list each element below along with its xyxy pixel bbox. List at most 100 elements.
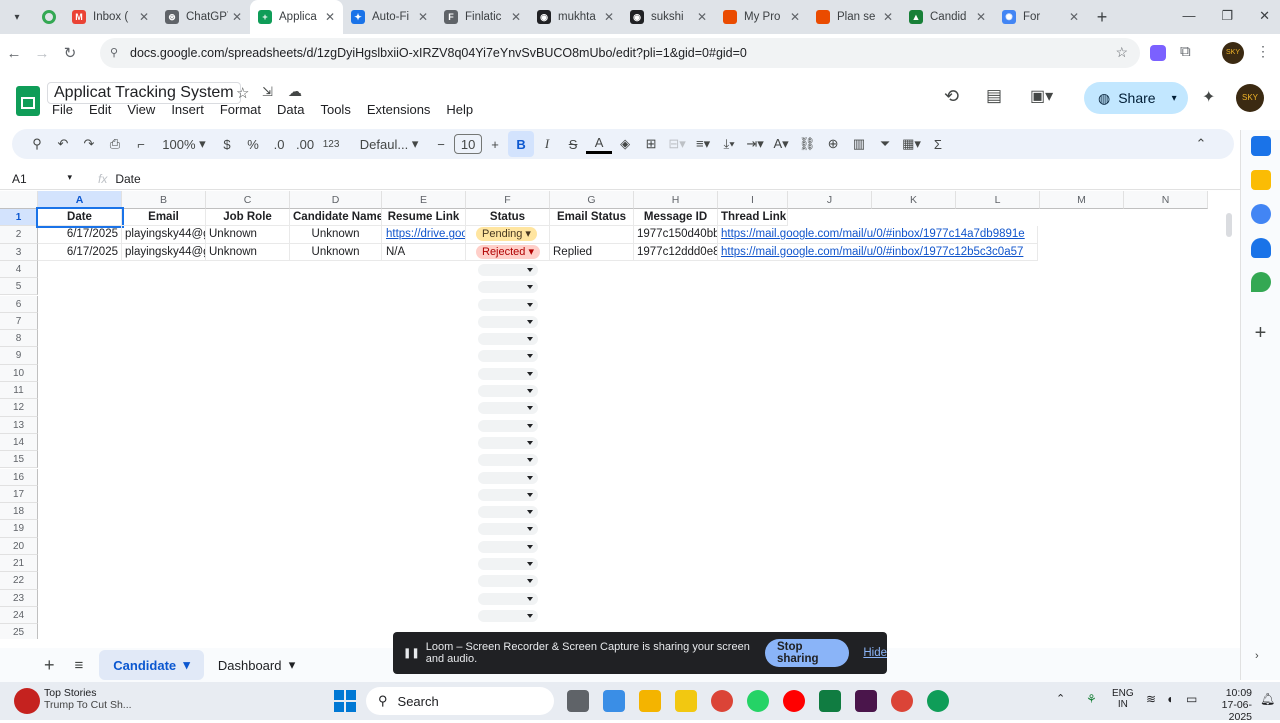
column-header[interactable]: L	[956, 191, 1040, 209]
select-all-corner[interactable]	[0, 191, 38, 209]
menu-insert[interactable]: Insert	[171, 102, 204, 117]
font-select[interactable]: Defaul... ▾	[350, 131, 428, 157]
column-header[interactable]: E	[382, 191, 466, 209]
currency-format-button[interactable]: $	[214, 131, 240, 157]
tab-close-icon[interactable]: ✕	[1069, 10, 1079, 24]
text-rotation-icon[interactable]: A▾	[768, 131, 794, 157]
cell[interactable]: Unknown	[206, 226, 290, 244]
browser-tab[interactable]: ✦ Auto-Fi ✕	[343, 0, 436, 34]
more-formats-button[interactable]: 123	[318, 131, 344, 157]
search-menus-icon[interactable]: ⚲	[24, 131, 50, 157]
column-header[interactable]: I	[718, 191, 788, 209]
browser-tab[interactable]: ⊛ ChatGPT ✕	[157, 0, 250, 34]
row-header[interactable]: 11	[0, 382, 38, 400]
taskbar-search[interactable]: ⚲ Search	[366, 687, 554, 715]
all-sheets-icon[interactable]: ≡	[75, 657, 84, 674]
menu-help[interactable]: Help	[446, 102, 473, 117]
file-explorer-icon[interactable]	[639, 690, 661, 712]
sheet-tab-candidate[interactable]: Candidate ▾	[99, 650, 204, 680]
show-hidden-icons[interactable]: ⌃	[1056, 692, 1065, 705]
site-info-icon[interactable]: ⚲	[110, 46, 118, 59]
merge-cells-icon[interactable]: ⊟▾	[664, 131, 690, 157]
insert-link-icon[interactable]: ⛓	[794, 131, 820, 157]
profile-avatar[interactable]: SKY	[1222, 42, 1244, 64]
excel-icon[interactable]	[819, 690, 841, 712]
bookmark-star-icon[interactable]: ☆	[1115, 44, 1128, 61]
empty-status-dropdown[interactable]	[478, 609, 538, 622]
text-wrap-icon[interactable]: ⇥▾	[742, 131, 768, 157]
redo-icon[interactable]: ↷	[76, 131, 102, 157]
chrome-profile-2-icon[interactable]	[891, 690, 913, 712]
power-bi-icon[interactable]	[675, 690, 697, 712]
bold-button[interactable]: B	[508, 131, 535, 157]
tray-app-icon[interactable]: ⚘	[1086, 692, 1097, 706]
comments-icon[interactable]: ▤	[986, 86, 1002, 106]
column-header[interactable]: B	[122, 191, 206, 209]
browser-tab[interactable]: ◉ sukshi ✕	[622, 0, 715, 34]
cell[interactable]: Unknown	[206, 243, 290, 261]
header-cell[interactable]: Job Role	[206, 209, 290, 227]
row-header[interactable]: 24	[0, 606, 38, 625]
forward-icon[interactable]: →	[28, 45, 56, 62]
browser-tab[interactable]: ▲ Candid ✕	[901, 0, 994, 34]
add-sheet-icon[interactable]: +	[44, 655, 55, 676]
tab-close-icon[interactable]: ✕	[139, 10, 149, 24]
row-header[interactable]: 8	[0, 330, 38, 348]
cell[interactable]: playingsky44@g	[122, 226, 206, 244]
row-header[interactable]: 15	[0, 451, 38, 469]
tab-close-icon[interactable]: ✕	[418, 10, 428, 24]
column-header[interactable]: C	[206, 191, 290, 209]
tab-close-icon[interactable]: ✕	[232, 10, 242, 24]
empty-status-dropdown[interactable]	[478, 488, 538, 501]
row-header[interactable]: 18	[0, 503, 38, 521]
browser-tab[interactable]: My Pro ✕	[715, 0, 808, 34]
text-color-icon[interactable]: A	[586, 134, 613, 154]
filter-views-icon[interactable]: ▦▾	[898, 131, 925, 157]
paint-format-icon[interactable]: ⌐	[128, 131, 154, 157]
browser-tab[interactable]: M Inbox (✕	[64, 0, 157, 34]
cell[interactable]: https://mail.google.com/mail/u/0/#inbox/…	[718, 243, 1038, 261]
header-cell[interactable]: Date	[36, 206, 124, 229]
strikethrough-icon[interactable]: S	[560, 131, 586, 157]
clock[interactable]: 10:09 17-06-2025	[1208, 687, 1252, 723]
borders-icon[interactable]: ⊞	[638, 131, 664, 157]
column-header[interactable]: M	[1040, 191, 1124, 209]
row-header[interactable]: 3	[0, 243, 38, 261]
restore-icon[interactable]: ❐	[1221, 8, 1233, 24]
insert-chart-icon[interactable]: ▥	[846, 131, 872, 157]
formula-input[interactable]: Date	[115, 172, 140, 186]
tab-close-icon[interactable]: ✕	[604, 10, 614, 24]
cell[interactable]: N/A	[382, 243, 466, 261]
cell[interactable]: Unknown	[290, 226, 382, 244]
tab-close-icon[interactable]: ✕	[790, 10, 800, 24]
calendar-icon[interactable]	[1250, 136, 1271, 156]
column-header[interactable]: J	[788, 191, 872, 209]
empty-status-dropdown[interactable]	[478, 367, 538, 380]
sheets-logo-icon[interactable]	[16, 86, 40, 116]
empty-status-dropdown[interactable]	[478, 333, 538, 346]
gemini-icon[interactable]: ✦	[1202, 87, 1215, 107]
cell[interactable]: https://mail.google.com/mail/u/0/#inbox/…	[718, 226, 1038, 244]
header-cell[interactable]: Email	[122, 209, 206, 227]
header-cell[interactable]: Thread Link	[718, 209, 788, 227]
chrome-profile-icon[interactable]	[34, 0, 64, 34]
star-icon[interactable]: ☆	[236, 84, 249, 102]
percent-format-button[interactable]: %	[240, 131, 266, 157]
cell[interactable]: 6/17/2025	[38, 243, 122, 261]
column-header[interactable]: H	[634, 191, 718, 209]
tab-close-icon[interactable]: ✕	[325, 10, 335, 24]
row-header[interactable]: 13	[0, 416, 38, 434]
extensions-puzzle-icon[interactable]: ⧉	[1180, 43, 1191, 60]
increase-font-size-icon[interactable]: +	[482, 131, 508, 157]
chrome-icon[interactable]	[711, 690, 733, 712]
column-header[interactable]: G	[550, 191, 634, 209]
cloud-status-icon[interactable]: ☁	[288, 83, 302, 100]
version-history-icon[interactable]: ⟲	[944, 86, 959, 107]
tab-search-icon[interactable]: ▾	[0, 12, 34, 23]
share-dropdown-icon[interactable]: ▾	[1172, 93, 1177, 104]
empty-status-dropdown[interactable]	[478, 454, 538, 467]
news-widget[interactable]: Top Stories Trump To Cut Sh...	[44, 687, 132, 711]
row-header[interactable]: 2	[0, 226, 38, 244]
collapse-toolbar-icon[interactable]: ⌃	[1188, 131, 1214, 157]
new-tab-icon[interactable]: +	[1087, 7, 1117, 28]
